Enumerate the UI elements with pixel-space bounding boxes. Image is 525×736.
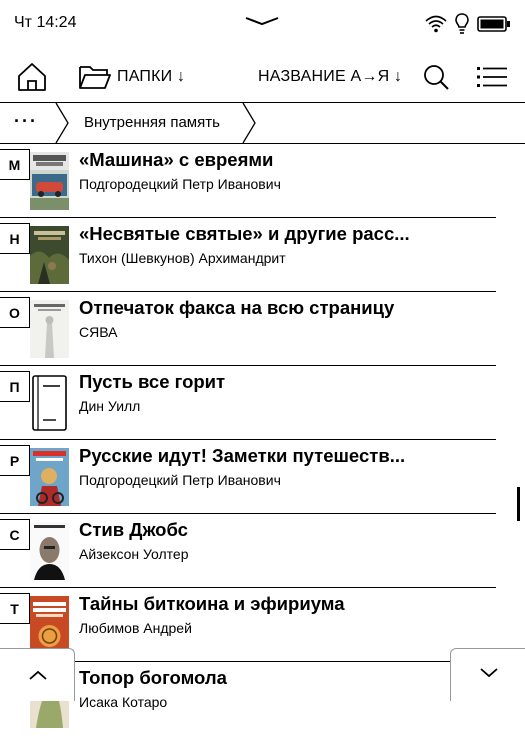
book-placeholder-icon <box>32 375 67 431</box>
letter-index[interactable]: О <box>0 297 30 328</box>
page-up-button[interactable] <box>0 648 75 701</box>
book-title: Отпечаток факса на всю страницу <box>79 297 395 318</box>
book-cover <box>30 522 69 580</box>
folders-label: ПАПКИ ↓ <box>117 68 186 85</box>
status-icons <box>425 12 511 36</box>
scrollbar-thumb[interactable] <box>517 487 520 521</box>
book-cover-placeholder <box>30 374 69 432</box>
book-cover <box>30 596 69 654</box>
list-menu-icon <box>477 67 507 87</box>
book-title: «Машина» с евреями <box>79 149 274 170</box>
letter-index[interactable]: П <box>0 371 30 402</box>
book-row[interactable]: П Пусть все горит Дин Уилл <box>0 366 525 440</box>
letter-index[interactable]: М <box>0 149 30 180</box>
home-button[interactable] <box>16 52 48 102</box>
status-time: Чт 14:24 <box>14 14 77 31</box>
wifi-icon <box>425 15 447 33</box>
book-cover <box>30 152 69 210</box>
letter-index[interactable]: С <box>0 519 30 550</box>
breadcrumb-current-folder[interactable]: Внутренняя память <box>84 103 220 143</box>
breadcrumb-up-button[interactable]: ··· <box>14 103 38 143</box>
book-author: СЯВА <box>79 324 118 340</box>
book-author: Айзексон Уолтер <box>79 546 189 562</box>
book-title: Стив Джобс <box>79 519 188 540</box>
book-title: Топор богомола <box>79 667 227 688</box>
pull-down-handle-icon[interactable] <box>244 14 280 28</box>
search-button[interactable] <box>422 52 450 102</box>
status-bar: Чт 14:24 <box>0 0 525 48</box>
book-author: Подгородецкий Петр Иванович <box>79 176 281 192</box>
book-cover <box>30 300 69 358</box>
book-row[interactable]: С Стив Джобс Айзексон Уолтер <box>0 514 525 588</box>
book-title: Пусть все горит <box>79 371 226 392</box>
letter-index[interactable]: Т <box>0 593 30 624</box>
book-row[interactable]: М «Машина» с евреями Подгородецкий Петр … <box>0 144 525 218</box>
book-title: «Несвятые святые» и другие расс... <box>79 223 410 244</box>
folders-button[interactable]: ПАПКИ ↓ <box>79 52 185 102</box>
chevron-down-icon <box>480 668 498 678</box>
frontlight-bulb-icon <box>455 13 469 34</box>
book-author: Тихон (Шевкунов) Архимандрит <box>79 250 286 266</box>
sort-label: НАЗВАНИЕ А→Я ↓ <box>258 68 403 85</box>
breadcrumb-separators <box>55 103 256 143</box>
page-down-button[interactable] <box>450 648 525 701</box>
battery-icon <box>477 16 510 32</box>
toolbar: ПАПКИ ↓ НАЗВАНИЕ А→Я ↓ <box>0 52 525 103</box>
book-row[interactable]: Т Тайны биткоина и эфириума Любимов Андр… <box>0 588 525 662</box>
folder-icon <box>79 66 111 89</box>
letter-index[interactable]: Н <box>0 223 30 254</box>
breadcrumb: ··· Внутренняя память <box>0 103 525 144</box>
book-title: Тайны биткоина и эфириума <box>79 593 345 614</box>
book-author: Исака Котаро <box>79 694 168 710</box>
book-cover <box>30 226 69 284</box>
book-author: Любимов Андрей <box>79 620 192 636</box>
search-icon <box>424 65 449 90</box>
home-icon <box>18 63 46 91</box>
sort-button[interactable]: НАЗВАНИЕ А→Я ↓ <box>258 52 402 102</box>
book-cover <box>30 448 69 506</box>
letter-index[interactable]: Р <box>0 445 30 476</box>
chevron-up-icon <box>29 670 47 680</box>
book-row[interactable]: О Отпечаток факса на всю страницу СЯВА <box>0 292 525 366</box>
book-row[interactable]: Топор богомола Исака Котаро <box>0 662 525 736</box>
book-author: Подгородецкий Петр Иванович <box>79 472 281 488</box>
book-row[interactable]: Н «Несвятые святые» и другие расс... Тих… <box>0 218 525 292</box>
menu-button[interactable] <box>477 52 507 102</box>
book-row[interactable]: Р Русские идут! Заметки путешеств... Под… <box>0 440 525 514</box>
book-title: Русские идут! Заметки путешеств... <box>79 445 406 466</box>
book-author: Дин Уилл <box>79 398 141 414</box>
